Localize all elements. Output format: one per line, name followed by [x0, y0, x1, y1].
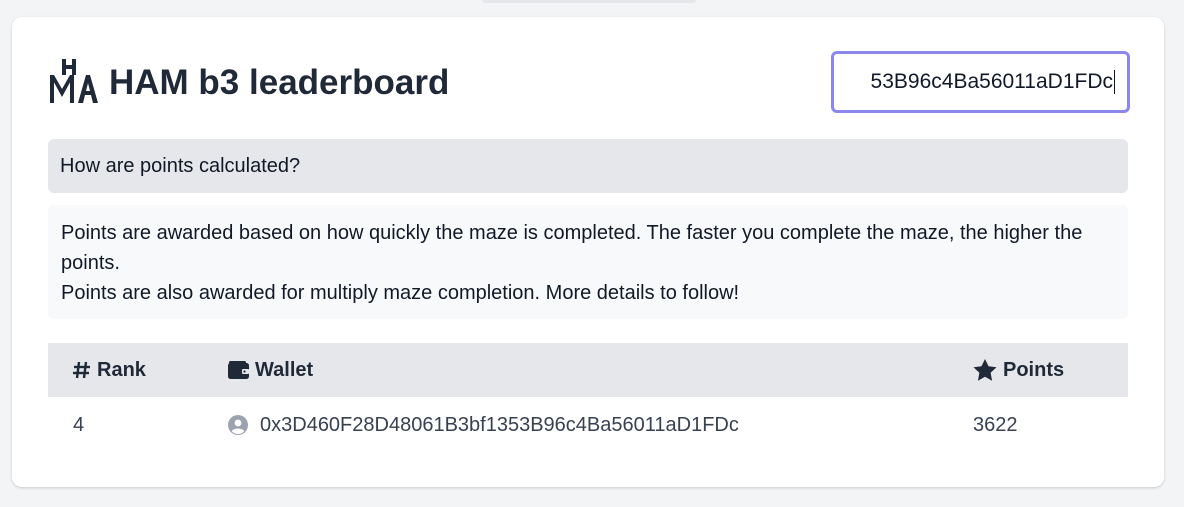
cell-rank: 4: [73, 413, 85, 436]
faq-answer-line-2: Points are also awarded for multiply maz…: [61, 282, 740, 304]
header: HAM b3 leaderboard 53B96c4Ba56011aD1FDc: [48, 51, 1130, 117]
search-input-value: 53B96c4Ba56011aD1FDc: [870, 70, 1113, 93]
cell-wallet[interactable]: 0x3D460F28D48061B3bf1353B96c4Ba56011aD1F…: [228, 397, 739, 453]
hash-icon: [73, 361, 90, 379]
table-row: 4 0x3D460F28D48061B3bf1353B96c4Ba56011aD…: [48, 397, 1128, 453]
faq-answer-line-1: Points are awarded based on how quickly …: [61, 222, 1083, 274]
column-header-wallet-label: Wallet: [255, 358, 314, 381]
table-header: Rank Wallet Points: [48, 343, 1128, 397]
star-icon: [973, 359, 997, 381]
wallet-address: 0x3D460F28D48061B3bf1353B96c4Ba56011aD1F…: [260, 413, 739, 436]
top-edge-decoration: [482, 0, 696, 3]
user-circle-icon: [228, 415, 248, 435]
column-header-points-label: Points: [1003, 358, 1065, 381]
leaderboard-card: HAM b3 leaderboard 53B96c4Ba56011aD1FDc …: [12, 17, 1164, 487]
leaderboard-table: Rank Wallet Points 4 0x3D460F28D48061B3b…: [48, 343, 1128, 453]
page-title: HAM b3 leaderboard: [109, 63, 450, 102]
text-caret: [1114, 70, 1115, 94]
wallet-search-input[interactable]: 53B96c4Ba56011aD1FDc: [831, 51, 1130, 113]
column-header-points: Points: [973, 343, 1064, 397]
cell-points: 3622: [973, 413, 1018, 436]
faq-answer: Points are awarded based on how quickly …: [48, 205, 1128, 319]
faq-question: How are points calculated?: [60, 154, 301, 177]
ham-logo-icon: [50, 59, 98, 103]
wallet-icon: [228, 361, 249, 379]
column-header-rank: Rank: [73, 343, 146, 397]
faq-toggle-points[interactable]: How are points calculated?: [48, 139, 1128, 193]
column-header-rank-label: Rank: [97, 358, 146, 381]
column-header-wallet: Wallet: [228, 343, 313, 397]
